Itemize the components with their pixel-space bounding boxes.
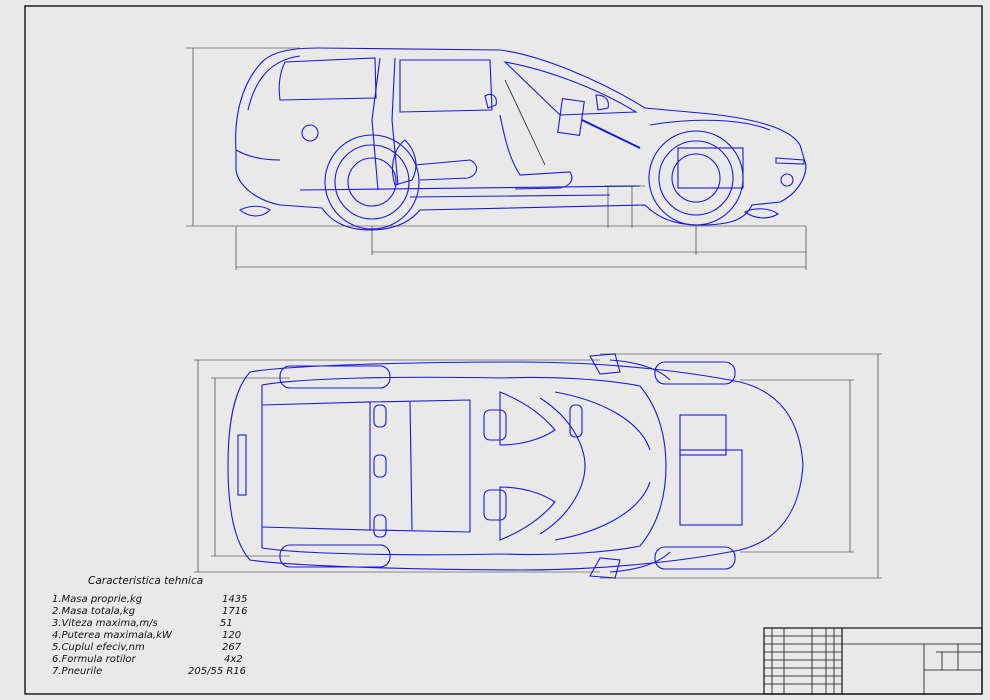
spec-row: 5.Cuplul efeciv,nm 267 [52, 642, 252, 654]
spec-row: 7.Pneurile 205/55 R16 [52, 666, 252, 678]
side-view [235, 47, 807, 231]
side-view-dimensions [186, 47, 807, 270]
spec-row: 6.Formula rotilor 4x2 [52, 654, 252, 666]
spec-value: 120 [222, 630, 242, 641]
spec-label: 3.Viteza maxima,m/s [52, 618, 158, 629]
spec-label: 7.Pneurile [52, 666, 103, 677]
top-view [227, 353, 804, 579]
spec-label: 6.Formula rotilor [52, 654, 136, 665]
spec-label: 1.Masa proprie,kg [52, 594, 143, 605]
spec-value: 1716 [222, 606, 248, 617]
spec-label: 2.Masa totala,kg [52, 606, 136, 617]
spec-value: 51 [220, 618, 233, 629]
spec-row: 4.Puterea maximala,kW 120 [52, 630, 252, 642]
spec-row: 3.Viteza maxima,m/s 51 [52, 618, 252, 630]
spec-row: 1.Masa proprie,kg 1435 [52, 594, 252, 606]
sheet-border [24, 5, 983, 695]
spec-value: 267 [222, 642, 242, 653]
spec-row: 2.Masa totala,kg 1716 [52, 606, 252, 618]
drawing-sheet: Caracteristica tehnica 1.Masa proprie,kg… [0, 0, 990, 700]
specs-title: Caracteristica tehnica [88, 575, 204, 587]
title-block [763, 627, 983, 695]
spec-label: 4.Puterea maximala,kW [52, 630, 172, 641]
spec-value: 1435 [222, 594, 248, 605]
spec-value: 205/55 R16 [188, 666, 247, 677]
spec-label: 5.Cuplul efeciv,nm [52, 642, 145, 653]
spec-value: 4x2 [224, 654, 243, 665]
front-wheel [648, 130, 744, 226]
